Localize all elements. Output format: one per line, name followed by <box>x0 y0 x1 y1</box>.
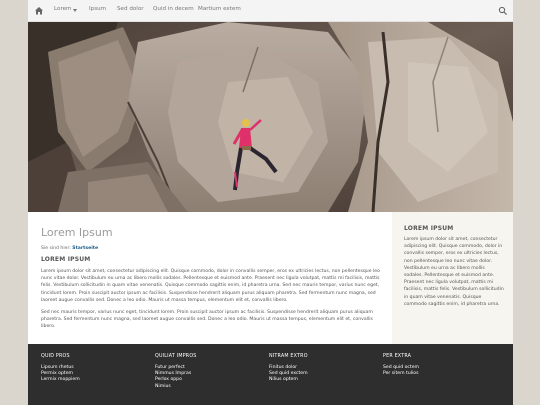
sidebar: LOREM IPSUM Lorem ipsum dolor sit amet, … <box>392 212 513 344</box>
nav-item-sed-dolor[interactable]: Sed dolor <box>117 6 144 12</box>
footer-column: PER EXTRA Sed quid octem Per sitem tulio… <box>383 354 493 377</box>
top-navigation: Lorem Ipsum Sed dolor Quid in decem Mart… <box>28 0 513 22</box>
page-title: Lorem Ipsum <box>41 226 113 239</box>
footer-link[interactable]: Nimius <box>155 384 265 390</box>
section-heading: LOREM IPSUM <box>41 256 91 263</box>
nav-item-quid-in-decem[interactable]: Quid in decem <box>153 6 194 12</box>
search-icon[interactable] <box>498 6 508 16</box>
nav-item-ipsum[interactable]: Ipsum <box>89 6 106 12</box>
footer-column-heading: QUID PROS <box>41 354 70 359</box>
breadcrumb-prefix: Sie sind hier: <box>41 246 71 251</box>
footer-link[interactable]: Per sitem tulios <box>383 371 493 377</box>
hero-image <box>28 22 513 212</box>
footer-column-heading: NITRAM EXTRO <box>269 354 308 359</box>
body-paragraph: Lorem ipsum dolor sit amet, consectetur … <box>41 269 380 303</box>
rock-climber-photo <box>28 22 513 212</box>
footer-column: QUID PROS Lipsum rhetus Permix optem Ler… <box>41 354 151 384</box>
breadcrumb-current-link[interactable]: Startseite <box>72 246 98 251</box>
page-frame: Lorem Ipsum Sed dolor Quid in decem Mart… <box>28 0 513 405</box>
footer-column: QUILIAT IMPROS Futur perfect Nimmus Impr… <box>155 354 265 390</box>
footer-column-heading: QUILIAT IMPROS <box>155 354 197 359</box>
footer-link[interactable]: Lermix moppiem <box>41 377 151 383</box>
caret-down-icon[interactable] <box>73 9 77 12</box>
sidebar-text: Lorem ipsum dolor sit amet, consectetur … <box>404 237 504 307</box>
footer: QUID PROS Lipsum rhetus Permix optem Ler… <box>28 344 513 405</box>
sidebar-heading: LOREM IPSUM <box>404 225 454 232</box>
footer-link[interactable]: Nilius optem <box>269 377 379 383</box>
nav-item-lorem[interactable]: Lorem <box>54 6 72 12</box>
nav-item-martium-extem[interactable]: Martium extem <box>198 6 241 12</box>
breadcrumb: Sie sind hier: Startseite <box>41 246 386 251</box>
body-paragraph: Sed nec mauris tempor, varius nunc eget,… <box>41 310 373 330</box>
main-content: Lorem Ipsum Sie sind hier: Startseite LO… <box>41 226 386 331</box>
footer-column-heading: PER EXTRA <box>383 354 412 359</box>
footer-column: NITRAM EXTRO Finitus dolor Sed quid exct… <box>269 354 379 384</box>
home-icon[interactable] <box>33 5 45 17</box>
